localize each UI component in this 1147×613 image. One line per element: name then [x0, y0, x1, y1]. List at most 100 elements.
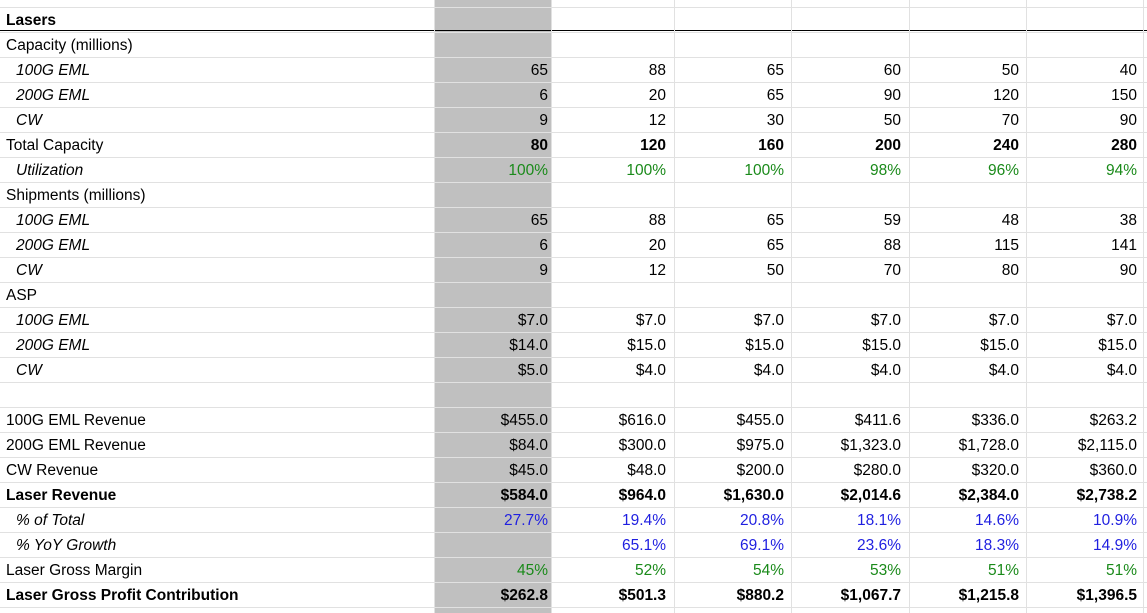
row-label-cell[interactable]: Laser Revenue: [6, 483, 116, 508]
value-cell[interactable]: 59: [884, 208, 901, 233]
value-cell[interactable]: $5.0: [518, 358, 548, 383]
value-cell[interactable]: $336.0: [972, 408, 1019, 433]
value-cell[interactable]: 20: [649, 233, 666, 258]
value-cell[interactable]: $1,323.0: [841, 433, 901, 458]
value-cell[interactable]: 69.1%: [740, 533, 784, 558]
value-cell[interactable]: 20.8%: [740, 508, 784, 533]
value-cell[interactable]: 120: [640, 133, 666, 158]
row-label-cell[interactable]: % of Total: [16, 508, 84, 533]
value-cell[interactable]: $880.2: [737, 583, 784, 608]
value-cell[interactable]: 70: [1002, 108, 1019, 133]
value-cell[interactable]: 52%: [635, 558, 666, 583]
value-cell[interactable]: $360.0: [1090, 458, 1137, 483]
value-cell[interactable]: $262.8: [501, 583, 548, 608]
value-cell[interactable]: 6: [539, 233, 548, 258]
value-cell[interactable]: 65: [767, 58, 784, 83]
value-cell[interactable]: 54%: [753, 558, 784, 583]
value-cell[interactable]: 53%: [870, 558, 901, 583]
row-label-cell[interactable]: Laser Gross Profit Contribution: [6, 583, 239, 608]
value-cell[interactable]: $300.0: [619, 433, 666, 458]
value-cell[interactable]: $15.0: [980, 333, 1019, 358]
value-cell[interactable]: $7.0: [754, 308, 784, 333]
value-cell[interactable]: $48.0: [627, 458, 666, 483]
value-cell[interactable]: 90: [1120, 258, 1137, 283]
value-cell[interactable]: 50: [767, 258, 784, 283]
value-cell[interactable]: $84.0: [509, 433, 548, 458]
value-cell[interactable]: 12: [649, 108, 666, 133]
value-cell[interactable]: 150: [1111, 83, 1137, 108]
value-cell[interactable]: $2,738.2: [1077, 483, 1137, 508]
value-cell[interactable]: 38: [1120, 208, 1137, 233]
value-cell[interactable]: 120: [993, 83, 1019, 108]
value-cell[interactable]: 90: [1120, 108, 1137, 133]
value-cell[interactable]: 9: [539, 108, 548, 133]
row-label-cell[interactable]: Lasers: [6, 8, 56, 33]
value-cell[interactable]: $1,067.7: [841, 583, 901, 608]
value-cell[interactable]: 100%: [508, 158, 548, 183]
value-cell[interactable]: $280.0: [854, 458, 901, 483]
value-cell[interactable]: 10.9%: [1093, 508, 1137, 533]
value-cell[interactable]: 27.7%: [504, 508, 548, 533]
value-cell[interactable]: $7.0: [989, 308, 1019, 333]
value-cell[interactable]: 14.9%: [1093, 533, 1137, 558]
value-cell[interactable]: $1,630.0: [724, 483, 784, 508]
value-cell[interactable]: 70: [884, 258, 901, 283]
value-cell[interactable]: 280: [1111, 133, 1137, 158]
value-cell[interactable]: 240: [993, 133, 1019, 158]
value-cell[interactable]: $4.0: [636, 358, 666, 383]
value-cell[interactable]: 60: [884, 58, 901, 83]
value-cell[interactable]: $15.0: [627, 333, 666, 358]
row-label-cell[interactable]: 100G EML: [16, 308, 90, 333]
value-cell[interactable]: 80: [1002, 258, 1019, 283]
value-cell[interactable]: $320.0: [972, 458, 1019, 483]
row-label-cell[interactable]: % YoY Growth: [16, 533, 116, 558]
value-cell[interactable]: 12: [649, 258, 666, 283]
row-label-cell[interactable]: ASP: [6, 283, 37, 308]
value-cell[interactable]: 88: [649, 58, 666, 83]
value-cell[interactable]: $14.0: [509, 333, 548, 358]
row-label-cell[interactable]: CW: [16, 258, 42, 283]
value-cell[interactable]: 90: [884, 83, 901, 108]
value-cell[interactable]: 51%: [988, 558, 1019, 583]
value-cell[interactable]: 18.3%: [975, 533, 1019, 558]
row-label-cell[interactable]: CW Revenue: [6, 458, 98, 483]
value-cell[interactable]: 30: [767, 108, 784, 133]
row-label-cell[interactable]: CW: [16, 108, 42, 133]
row-label-cell[interactable]: Utilization: [16, 158, 83, 183]
value-cell[interactable]: 88: [884, 233, 901, 258]
value-cell[interactable]: $45.0: [509, 458, 548, 483]
value-cell[interactable]: $616.0: [619, 408, 666, 433]
value-cell[interactable]: 18.1%: [857, 508, 901, 533]
value-cell[interactable]: $7.0: [636, 308, 666, 333]
value-cell[interactable]: 20: [649, 83, 666, 108]
value-cell[interactable]: 200: [875, 133, 901, 158]
value-cell[interactable]: $7.0: [1107, 308, 1137, 333]
value-cell[interactable]: $15.0: [862, 333, 901, 358]
row-label-cell[interactable]: 100G EML: [16, 208, 90, 233]
value-cell[interactable]: $455.0: [737, 408, 784, 433]
value-cell[interactable]: 100%: [626, 158, 666, 183]
value-cell[interactable]: 9: [539, 258, 548, 283]
value-cell[interactable]: 23.6%: [857, 533, 901, 558]
value-cell[interactable]: 50: [1002, 58, 1019, 83]
row-label-cell[interactable]: 200G EML Revenue: [6, 433, 146, 458]
value-cell[interactable]: $501.3: [619, 583, 666, 608]
value-cell[interactable]: 65: [767, 83, 784, 108]
value-cell[interactable]: 65: [531, 208, 548, 233]
value-cell[interactable]: 141: [1111, 233, 1137, 258]
value-cell[interactable]: $1,728.0: [959, 433, 1019, 458]
value-cell[interactable]: 48: [1002, 208, 1019, 233]
row-label-cell[interactable]: 100G EML: [16, 58, 90, 83]
row-label-cell[interactable]: Shipments (millions): [6, 183, 146, 208]
value-cell[interactable]: $2,115.0: [1078, 433, 1137, 458]
value-cell[interactable]: $1,396.5: [1077, 583, 1137, 608]
value-cell[interactable]: $2,384.0: [959, 483, 1019, 508]
value-cell[interactable]: 65.1%: [622, 533, 666, 558]
row-label-cell[interactable]: Laser Gross Margin: [6, 558, 142, 583]
value-cell[interactable]: 65: [531, 58, 548, 83]
value-cell[interactable]: 40: [1120, 58, 1137, 83]
value-cell[interactable]: $964.0: [619, 483, 666, 508]
value-cell[interactable]: 88: [649, 208, 666, 233]
value-cell[interactable]: 65: [767, 208, 784, 233]
value-cell[interactable]: 14.6%: [975, 508, 1019, 533]
